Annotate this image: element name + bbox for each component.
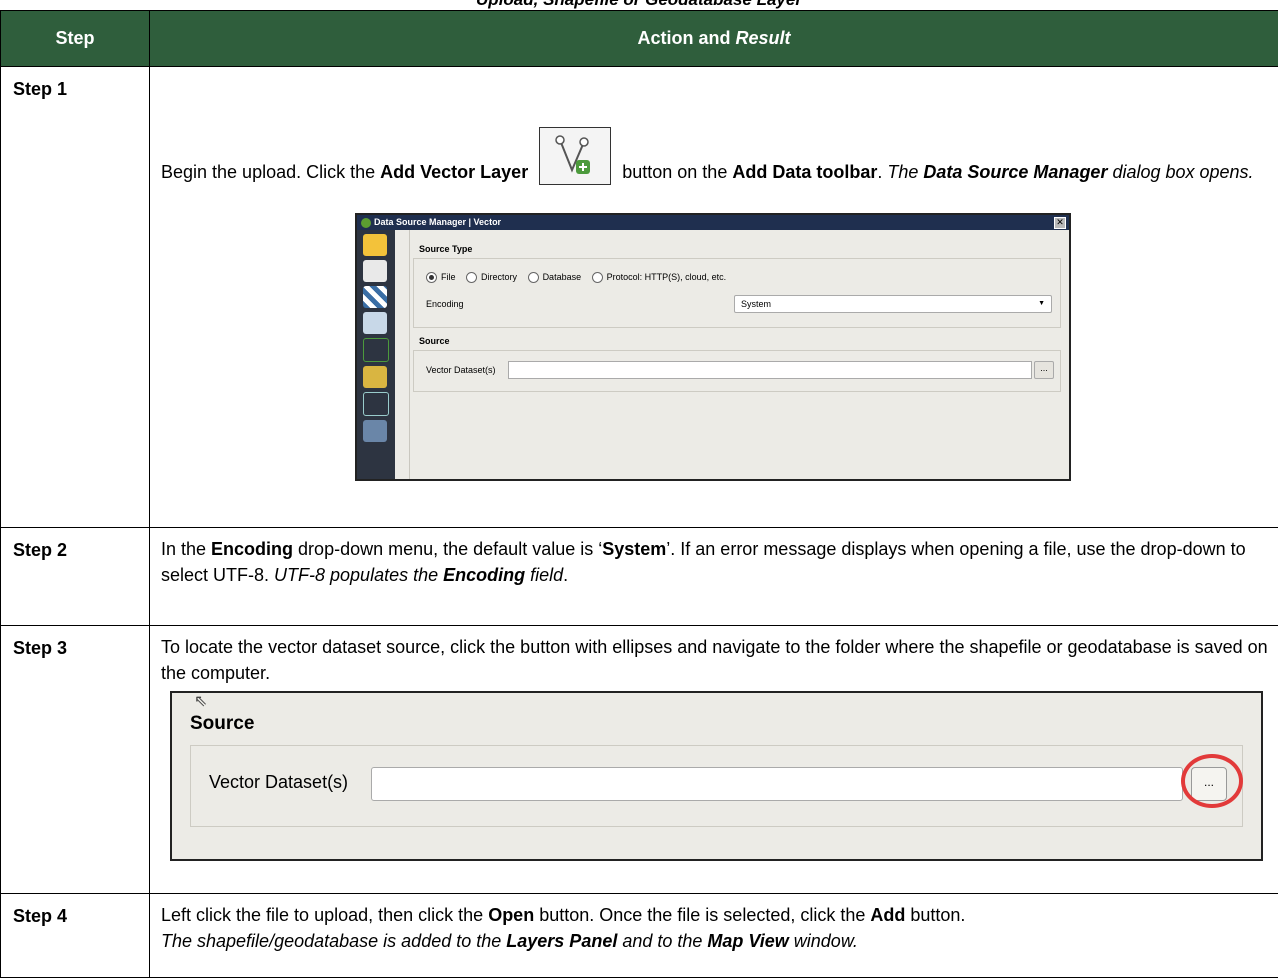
step1-paragraph: Begin the upload. Click the Add Vector L… <box>161 127 1268 185</box>
radio-protocol[interactable] <box>592 272 603 283</box>
folder-icon[interactable] <box>363 234 387 256</box>
header-action: Action and Result <box>150 11 1278 67</box>
source-heading: Source <box>419 336 1061 346</box>
raster-layer-icon[interactable] <box>363 286 387 308</box>
zoom-dataset-input[interactable] <box>371 767 1183 801</box>
source-type-radios: File Directory Database Protocol: HTTP(S… <box>426 267 1060 287</box>
source-type-group: File Directory Database Protocol: HTTP(S… <box>413 258 1061 328</box>
dialog-body: Source Type File Directory Database Prot… <box>413 230 1061 479</box>
header-step: Step <box>1 11 150 67</box>
dataset-input[interactable] <box>508 361 1032 379</box>
dialog-sidebar <box>357 230 395 479</box>
dialog-scrollbar[interactable] <box>395 230 410 479</box>
qgis-logo-icon <box>361 218 371 228</box>
highlight-circle <box>1181 754 1243 808</box>
mouse-cursor-icon: ⇖ <box>194 691 207 711</box>
mesh-layer-icon[interactable] <box>363 312 387 334</box>
chevron-down-icon: ▼ <box>1038 296 1045 312</box>
vector-layer-icon[interactable] <box>363 260 387 282</box>
source-group: Vector Dataset(s) ... <box>413 350 1061 392</box>
table-row: Step 2 In the Encoding drop-down menu, t… <box>1 528 1278 626</box>
encoding-select[interactable]: System▼ <box>734 295 1052 313</box>
step-label: Step 4 <box>1 894 150 978</box>
gps-icon[interactable] <box>363 392 389 416</box>
encoding-row: Encoding System▼ <box>414 295 1060 317</box>
step-label: Step 1 <box>1 67 150 528</box>
source-type-heading: Source Type <box>419 244 1061 254</box>
table-header-row: Step Action and Result <box>1 11 1278 67</box>
source-panel-zoom: ⇖ Source Vector Dataset(s) ... <box>170 691 1263 861</box>
geopackage-icon[interactable] <box>363 366 387 388</box>
zoom-dataset-label: Vector Dataset(s) <box>209 772 348 793</box>
zoom-source-group: Vector Dataset(s) ... <box>190 745 1243 827</box>
step-label: Step 3 <box>1 626 150 894</box>
step-label: Step 2 <box>1 528 150 626</box>
dialog-titlebar: Data Source Manager | Vector ✕ <box>357 215 1069 230</box>
postgis-icon[interactable] <box>363 420 387 442</box>
radio-file[interactable] <box>426 272 437 283</box>
browse-button[interactable]: ... <box>1034 361 1054 379</box>
radio-directory[interactable] <box>466 272 477 283</box>
close-icon[interactable]: ✕ <box>1054 217 1066 229</box>
dataset-label: Vector Dataset(s) <box>426 365 496 375</box>
add-vector-layer-icon <box>539 127 611 185</box>
table-caption: Upload, Shapefile or Geodatabase Layer <box>0 0 1278 10</box>
radio-database[interactable] <box>528 272 539 283</box>
table-row: Step 4 Left click the file to upload, th… <box>1 894 1278 978</box>
data-source-manager-dialog: Data Source Manager | Vector ✕ Source Ty… <box>355 213 1071 481</box>
encoding-label: Encoding <box>426 299 464 309</box>
dataset-row: Vector Dataset(s) ... <box>414 351 1060 391</box>
zoom-source-heading: Source <box>190 713 254 735</box>
step-action: In the Encoding drop-down menu, the defa… <box>150 528 1278 626</box>
delimited-text-icon[interactable] <box>363 338 389 362</box>
step-action: Left click the file to upload, then clic… <box>150 894 1278 978</box>
